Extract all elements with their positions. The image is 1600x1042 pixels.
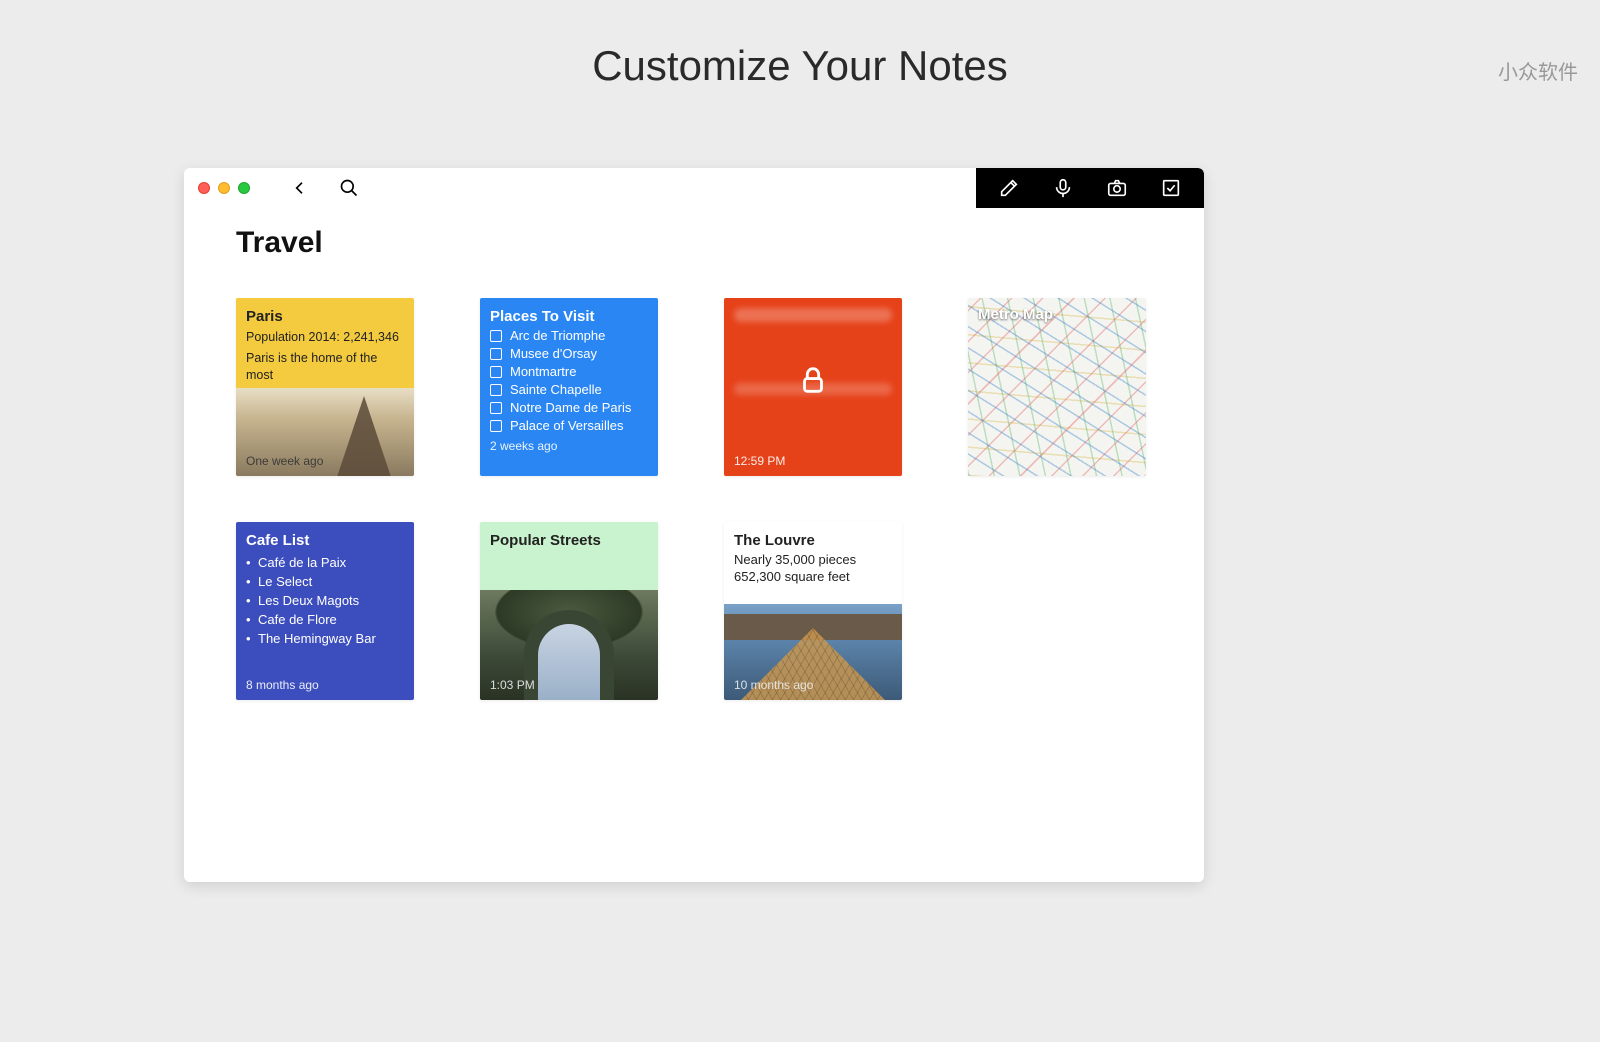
camera-button[interactable]: [1106, 177, 1128, 199]
checkbox-icon: [490, 366, 502, 378]
compose-icon: [998, 177, 1020, 199]
checkbox-icon: [490, 420, 502, 432]
checklist-label: Sainte Chapelle: [510, 382, 602, 397]
list-item: Le Select: [246, 572, 404, 591]
list-item: Café de la Paix: [246, 553, 404, 572]
card-timestamp: One week ago: [246, 454, 323, 468]
card-title: Metro Map: [978, 306, 1053, 323]
checklist-item: Montmartre: [490, 364, 648, 379]
checklist-icon: [1160, 177, 1182, 199]
card-body-line: Population 2014: 2,241,346: [246, 329, 404, 346]
card-timestamp: 1:03 PM: [490, 678, 535, 692]
note-card-cafe[interactable]: Cafe List Café de la Paix Le Select Les …: [236, 522, 414, 700]
card-timestamp: 2 weeks ago: [490, 439, 648, 453]
checklist-item: Palace of Versailles: [490, 418, 648, 433]
note-card-locked[interactable]: 12:59 PM: [724, 298, 902, 476]
checklist-item: Musee d'Orsay: [490, 346, 648, 361]
checkbox-icon: [490, 384, 502, 396]
card-title: Paris: [246, 308, 404, 325]
note-card-paris[interactable]: Paris Population 2014: 2,241,346 Paris i…: [236, 298, 414, 476]
lock-icon: [796, 363, 830, 397]
blurred-title: [734, 308, 892, 322]
notes-grid: Paris Population 2014: 2,241,346 Paris i…: [236, 298, 1152, 700]
card-title: Places To Visit: [490, 308, 648, 325]
checklist-item: Arc de Triomphe: [490, 328, 648, 343]
toolbar-actions: [976, 168, 1204, 208]
list-item: Cafe de Flore: [246, 610, 404, 629]
minimize-window-button[interactable]: [218, 182, 230, 194]
traffic-lights: [198, 182, 250, 194]
note-card-streets[interactable]: Popular Streets 1:03 PM: [480, 522, 658, 700]
maximize-window-button[interactable]: [238, 182, 250, 194]
checklist-label: Notre Dame de Paris: [510, 400, 631, 415]
card-image: [968, 298, 1146, 476]
checklist-item: Notre Dame de Paris: [490, 400, 648, 415]
card-title: The Louvre: [734, 532, 892, 549]
card-body-line: 652,300 square feet: [734, 569, 892, 584]
checklist-label: Musee d'Orsay: [510, 346, 597, 361]
content-area: Travel Paris Population 2014: 2,241,346 …: [184, 208, 1204, 730]
checkbox-icon: [490, 330, 502, 342]
page-heading: Customize Your Notes: [0, 42, 1600, 90]
watermark-text: 小众软件: [1498, 56, 1578, 85]
section-title: Travel: [236, 226, 1152, 260]
checkbox-icon: [490, 348, 502, 360]
checklist-label: Palace of Versailles: [510, 418, 623, 433]
back-button[interactable]: [290, 178, 310, 198]
checklist-button[interactable]: [1160, 177, 1182, 199]
voice-note-button[interactable]: [1052, 177, 1074, 199]
card-timestamp: 12:59 PM: [734, 454, 785, 468]
card-timestamp: 8 months ago: [246, 678, 319, 692]
card-title: Cafe List: [246, 532, 404, 549]
arch-icon: [524, 610, 614, 700]
microphone-icon: [1052, 177, 1074, 199]
note-card-metro[interactable]: Metro Map: [968, 298, 1146, 476]
checklist-label: Arc de Triomphe: [510, 328, 605, 343]
close-window-button[interactable]: [198, 182, 210, 194]
checklist-label: Montmartre: [510, 364, 576, 379]
card-body-line: Nearly 35,000 pieces: [734, 552, 892, 567]
list-item: The Hemingway Bar: [246, 629, 404, 648]
card-timestamp: 10 months ago: [734, 678, 813, 692]
note-card-places[interactable]: Places To Visit Arc de Triomphe Musee d'…: [480, 298, 658, 476]
note-card-louvre[interactable]: The Louvre Nearly 35,000 pieces 652,300 …: [724, 522, 902, 700]
back-icon: [292, 180, 308, 196]
card-body-line: Paris is the home of the most: [246, 350, 404, 384]
compose-button[interactable]: [998, 177, 1020, 199]
cafe-list: Café de la Paix Le Select Les Deux Magot…: [246, 553, 404, 648]
search-button[interactable]: [338, 177, 360, 199]
window-titlebar: [184, 168, 1204, 208]
checklist-item: Sainte Chapelle: [490, 382, 648, 397]
card-title: Popular Streets: [490, 532, 648, 549]
list-item: Les Deux Magots: [246, 591, 404, 610]
checkbox-icon: [490, 402, 502, 414]
app-window: Travel Paris Population 2014: 2,241,346 …: [184, 168, 1204, 882]
eiffel-tower-icon: [336, 396, 392, 476]
camera-icon: [1106, 177, 1128, 199]
search-icon: [339, 178, 359, 198]
